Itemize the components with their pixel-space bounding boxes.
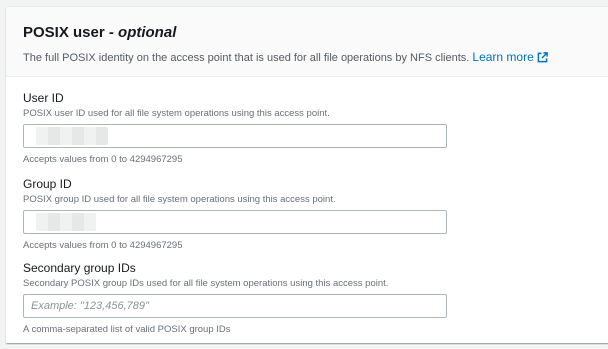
group-id-input[interactable] bbox=[23, 210, 447, 234]
group-id-description: POSIX group ID used for all file system … bbox=[23, 194, 336, 205]
redacted-value bbox=[36, 127, 108, 145]
group-id-field: Group ID POSIX group ID used for all fil… bbox=[23, 176, 447, 252]
secondary-group-ids-input[interactable]: Example: "123,456,789" bbox=[23, 294, 447, 318]
redacted-value bbox=[36, 213, 96, 231]
secondary-group-ids-placeholder: Example: "123,456,789" bbox=[31, 300, 149, 312]
secondary-group-ids-field: Secondary group IDs Secondary POSIX grou… bbox=[23, 260, 447, 336]
group-id-hint: Accepts values from 0 to 4294967295 bbox=[23, 240, 183, 251]
secondary-group-ids-label: Secondary group IDs bbox=[23, 261, 136, 275]
user-id-hint: Accepts values from 0 to 4294967295 bbox=[23, 154, 183, 165]
user-id-field: User ID POSIX user ID used for all file … bbox=[23, 90, 447, 166]
secondary-group-ids-hint: A comma-separated list of valid POSIX gr… bbox=[23, 324, 231, 335]
user-id-label: User ID bbox=[23, 91, 64, 105]
optional-label: - optional bbox=[104, 24, 177, 41]
external-link-icon bbox=[537, 51, 548, 62]
posix-user-panel: POSIX user - optional The full POSIX ide… bbox=[6, 6, 608, 343]
section-description: The full POSIX identity on the access po… bbox=[23, 49, 608, 66]
section-title: POSIX user - optional bbox=[23, 24, 177, 41]
learn-more-link[interactable]: Learn more bbox=[472, 49, 548, 65]
user-id-description: POSIX user ID used for all file system o… bbox=[23, 108, 330, 119]
group-id-label: Group ID bbox=[23, 177, 72, 191]
user-id-input[interactable] bbox=[23, 124, 447, 148]
secondary-group-ids-description: Secondary POSIX group IDs used for all f… bbox=[23, 278, 389, 289]
panel-header: POSIX user - optional The full POSIX ide… bbox=[6, 7, 608, 77]
